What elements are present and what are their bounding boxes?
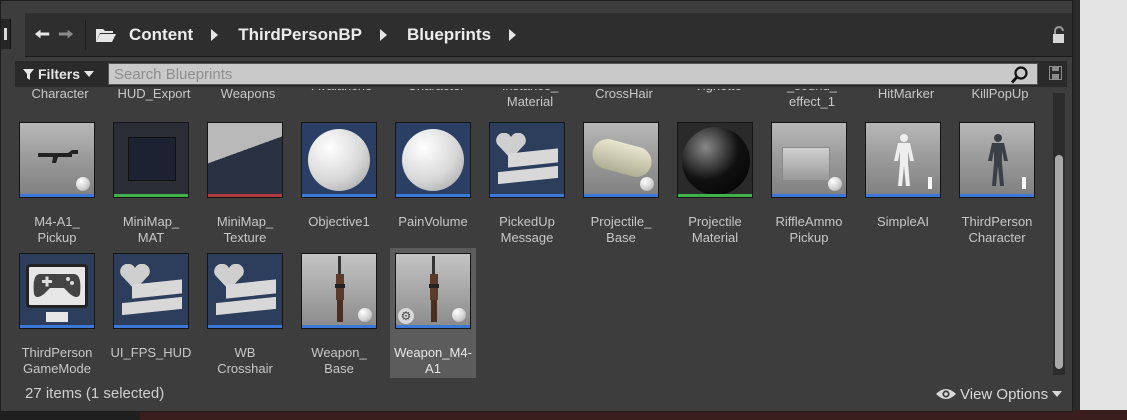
search-input[interactable] [109, 64, 1037, 84]
asset-label[interactable]: PainVolume [385, 214, 481, 230]
back-arrow-icon[interactable]: 🠨 [33, 25, 51, 45]
view-options-label: View Options [960, 385, 1049, 403]
gear-icon: ⚙ [398, 308, 414, 324]
asset-tile[interactable]: Projectile Material [672, 122, 758, 246]
asset-label[interactable]: KillPopUp [953, 89, 1047, 102]
asset-tile[interactable]: UI_FPS_HUD [108, 253, 194, 361]
asset-tile[interactable]: ThirdPerson GameMode [17, 253, 100, 377]
asset-thumbnail[interactable] [207, 253, 283, 329]
asset-thumbnail[interactable] [19, 122, 95, 198]
asset-label[interactable]: Instance_ Material [483, 89, 577, 110]
asset-thumbnail[interactable] [113, 253, 189, 329]
asset-tile[interactable]: MiniMap_ MAT [108, 122, 194, 246]
funnel-icon [23, 68, 34, 80]
asset-thumbnail[interactable] [301, 122, 377, 198]
sources-panel-toggle[interactable] [1, 19, 11, 49]
asset-view: CharacterHUD_ExportWeaponsAvalancheChara… [17, 89, 1051, 379]
folder-open-icon [96, 29, 116, 42]
view-options-button[interactable]: View Options [935, 384, 1063, 404]
asset-label[interactable]: HitMarker [859, 89, 953, 102]
asset-tile[interactable]: MiniMap_ Texture [202, 122, 288, 246]
asset-tile[interactable]: Projectile_ Base [578, 122, 664, 246]
asset-label[interactable]: RiffleAmmo Pickup [761, 214, 857, 246]
sphere-icon [640, 177, 654, 191]
asset-tile[interactable]: RiffleAmmo Pickup [766, 122, 852, 246]
breadcrumb: Content ThirdPersonBP Blueprints [95, 13, 536, 57]
asset-label[interactable]: Weapon_ Base [291, 345, 387, 377]
background-window-right [1080, 0, 1127, 420]
asset-tile[interactable]: PickedUp Message [484, 122, 570, 246]
filters-label: Filters [38, 66, 81, 82]
sphere-icon [358, 308, 372, 322]
sphere-icon [76, 177, 90, 191]
asset-tile[interactable]: ⚙ Weapon_M4- A1 [390, 248, 476, 378]
asset-label[interactable]: WB Crosshair [197, 345, 293, 377]
asset-label[interactable]: Projectile Material [667, 214, 763, 246]
asset-thumbnail[interactable] [959, 122, 1035, 198]
asset-label[interactable]: Weapons [201, 89, 295, 102]
search-field[interactable] [108, 63, 1038, 85]
chevron-down-icon [84, 71, 95, 77]
eye-icon [936, 389, 956, 399]
asset-label[interactable]: Character [389, 89, 483, 94]
asset-label[interactable]: ThirdPerson Character [949, 214, 1045, 246]
item-count: 27 items (1 selected) [25, 385, 165, 402]
asset-tile[interactable]: M4-A1_ Pickup [17, 122, 100, 246]
asset-label[interactable]: Objective1 [291, 214, 387, 230]
asset-thumbnail[interactable] [113, 122, 189, 198]
asset-tile[interactable]: Objective1 [296, 122, 382, 230]
search-icon[interactable] [1011, 66, 1029, 84]
asset-label[interactable]: MiniMap_ MAT [103, 214, 199, 246]
asset-label[interactable]: _sound_ effect_1 [765, 89, 859, 110]
forward-arrow-icon[interactable]: 🠪 [57, 25, 75, 45]
asset-label[interactable]: Avalanche [295, 89, 389, 94]
asset-label[interactable]: CrossHair [577, 89, 671, 102]
scrollbar-thumb[interactable] [1055, 155, 1063, 369]
asset-tile[interactable]: SimpleAI [860, 122, 946, 230]
asset-thumbnail[interactable] [677, 122, 753, 198]
asset-label[interactable]: Character [17, 89, 107, 102]
asset-thumbnail[interactable] [207, 122, 283, 198]
asset-label[interactable]: M4-A1_ Pickup [17, 214, 105, 246]
navigation-bar: 🠨 🠪 Content ThirdPersonBP Blueprints [25, 13, 1072, 57]
breadcrumb-arrow-icon[interactable] [379, 29, 387, 41]
asset-thumbnail[interactable] [771, 122, 847, 198]
sphere-icon [452, 308, 466, 322]
asset-label[interactable]: Vignette [671, 89, 765, 94]
asset-label[interactable]: Weapon_M4- A1 [385, 345, 481, 377]
asset-tile[interactable]: WB Crosshair [202, 253, 288, 377]
asset-label[interactable]: ThirdPerson GameMode [17, 345, 105, 377]
asset-thumbnail[interactable] [301, 253, 377, 329]
lock-icon[interactable] [1051, 26, 1067, 44]
asset-thumbnail[interactable] [865, 122, 941, 198]
asset-thumbnail[interactable] [395, 122, 471, 198]
asset-scrollbar[interactable] [1053, 93, 1065, 375]
asset-tile[interactable]: ThirdPerson Character [954, 122, 1040, 246]
asset-thumbnail[interactable] [489, 122, 565, 198]
filter-bar: Filters [15, 61, 1067, 87]
asset-tile[interactable]: Weapon_ Base [296, 253, 382, 377]
asset-label[interactable]: UI_FPS_HUD [103, 345, 199, 361]
breadcrumb-blueprints[interactable]: Blueprints [407, 25, 491, 45]
sphere-icon [828, 177, 842, 191]
breadcrumb-thirdpersonbp[interactable]: ThirdPersonBP [238, 25, 362, 45]
asset-thumbnail[interactable] [19, 253, 95, 329]
breadcrumb-content[interactable]: Content [129, 25, 193, 45]
content-browser-panel: 🠨 🠪 Content ThirdPersonBP Blueprints Fil… [0, 0, 1073, 412]
save-search-icon[interactable] [1049, 66, 1062, 80]
filters-button[interactable]: Filters [23, 65, 95, 83]
asset-label[interactable]: SimpleAI [855, 214, 951, 230]
chevron-down-icon [1052, 391, 1063, 397]
breadcrumb-arrow-icon[interactable] [211, 29, 219, 41]
asset-label[interactable]: PickedUp Message [479, 214, 575, 246]
breadcrumb-arrow-icon[interactable] [509, 29, 517, 41]
asset-tile[interactable]: PainVolume [390, 122, 476, 230]
asset-label[interactable]: MiniMap_ Texture [197, 214, 293, 246]
asset-label[interactable]: Projectile_ Base [573, 214, 669, 246]
asset-thumbnail[interactable] [583, 122, 659, 198]
asset-label[interactable]: HUD_Export [107, 89, 201, 102]
asset-thumbnail[interactable]: ⚙ [395, 253, 471, 329]
